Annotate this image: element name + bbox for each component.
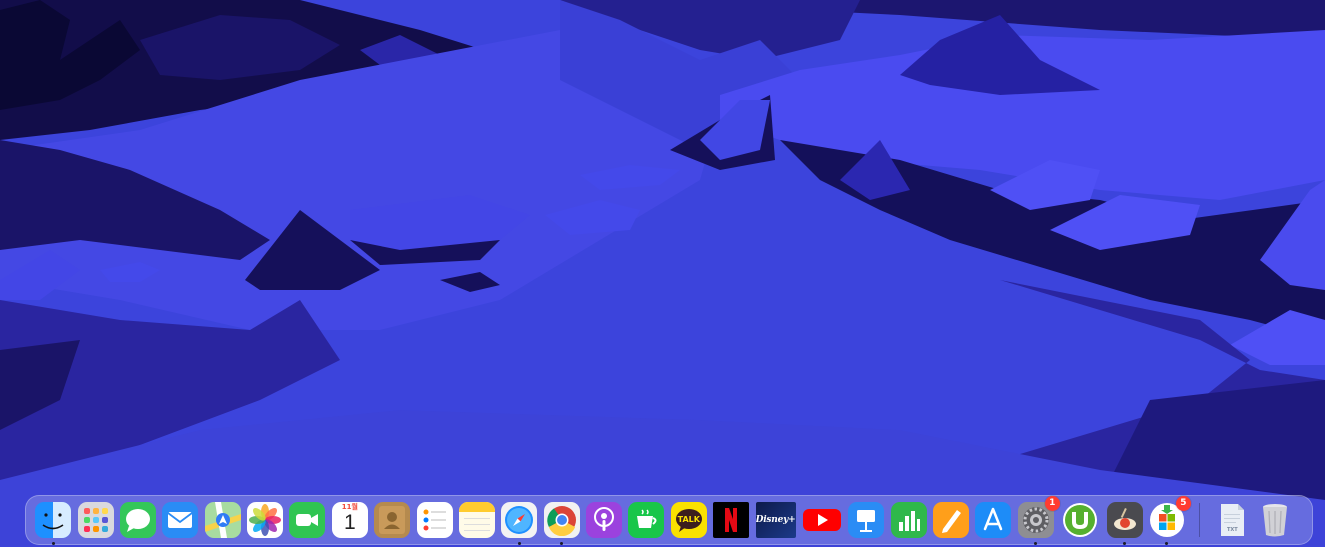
dock-stack-txt-document[interactable]: TXT — [1214, 502, 1250, 538]
desktop[interactable]: 11월 1 TALK Disney+ 1 5 TXT — [0, 0, 1325, 547]
dock-divider — [1199, 503, 1201, 537]
numbers-icon — [890, 502, 927, 538]
keynote-icon — [848, 502, 885, 538]
photos-icon — [247, 502, 284, 538]
dock-app-netflix[interactable] — [713, 502, 750, 538]
dock-app-facetime[interactable] — [289, 502, 326, 538]
trash-icon — [1257, 502, 1293, 538]
maps-icon — [204, 502, 241, 538]
dock-app-kakaotalk[interactable]: TALK — [670, 502, 707, 538]
kakaotalk-icon: TALK — [670, 502, 707, 538]
running-indicator — [1165, 542, 1169, 545]
wallpaper — [0, 0, 1325, 547]
dock-app-messages[interactable] — [119, 502, 156, 538]
mail-icon — [162, 502, 199, 538]
dock-app-pages[interactable] — [933, 502, 970, 538]
running-indicator — [517, 542, 521, 545]
dock-app-podcasts[interactable] — [586, 502, 623, 538]
dock-app-notes[interactable] — [458, 502, 495, 538]
dock-app-system-preferences[interactable]: 1 — [1017, 496, 1060, 545]
podcasts-icon — [586, 502, 623, 538]
dock: 11월 1 TALK Disney+ 1 5 TXT — [25, 495, 1313, 545]
notification-badge: 1 — [1044, 496, 1060, 511]
running-indicator — [1123, 542, 1127, 545]
dock-app-launchpad[interactable] — [77, 502, 114, 538]
dock-app-app-store[interactable] — [975, 502, 1012, 538]
kakaotalk-label: TALK — [677, 515, 700, 524]
utorrent-icon — [1060, 502, 1100, 538]
running-indicator — [1034, 542, 1038, 545]
running-indicator — [51, 542, 55, 545]
dock-app-maps[interactable] — [204, 502, 241, 538]
dock-app-numbers[interactable] — [890, 502, 927, 538]
messages-icon — [119, 502, 156, 538]
dock-app-reminders[interactable] — [416, 502, 453, 538]
dock-app-naver-cafe[interactable] — [628, 502, 665, 538]
disney-plus-label: Disney+ — [755, 515, 796, 525]
dock-app-youtube[interactable] — [802, 502, 842, 538]
dock-app-utorrent[interactable] — [1060, 502, 1100, 538]
netflix-icon — [713, 502, 750, 538]
dock-trash[interactable] — [1257, 502, 1293, 538]
contacts-icon — [374, 502, 411, 538]
notification-badge: 5 — [1175, 496, 1191, 511]
dock-app-calendar[interactable]: 11월 1 — [331, 502, 368, 538]
pages-icon — [933, 502, 970, 538]
recorder-icon — [1106, 502, 1143, 538]
txt-file-icon: TXT — [1214, 502, 1250, 538]
dock-app-safari[interactable] — [501, 502, 538, 545]
calendar-icon: 11월 1 — [331, 502, 368, 538]
youtube-icon — [802, 502, 842, 538]
dock-app-microsoft-autoupdate[interactable]: 5 — [1149, 496, 1191, 545]
safari-icon — [501, 502, 538, 538]
app-store-icon — [975, 502, 1012, 538]
txt-file-label: TXT — [1226, 527, 1238, 533]
dock-app-recorder[interactable] — [1106, 502, 1143, 545]
disney-plus-icon: Disney+ — [755, 502, 796, 538]
dock-app-finder[interactable] — [35, 502, 72, 545]
reminders-icon — [416, 502, 453, 538]
calendar-day: 1 — [343, 511, 356, 534]
dock-app-chrome[interactable] — [543, 502, 580, 545]
dock-app-mail[interactable] — [162, 502, 199, 538]
dock-app-photos[interactable] — [247, 502, 284, 538]
launchpad-icon — [77, 502, 114, 538]
notes-icon — [458, 502, 495, 538]
cafe-cup-icon — [628, 502, 665, 538]
facetime-icon — [289, 502, 326, 538]
chrome-icon — [543, 502, 580, 538]
dock-app-contacts[interactable] — [374, 502, 411, 538]
dock-app-disney-plus[interactable]: Disney+ — [755, 502, 796, 538]
finder-icon — [35, 502, 72, 538]
dock-app-keynote[interactable] — [848, 502, 885, 538]
running-indicator — [560, 542, 564, 545]
